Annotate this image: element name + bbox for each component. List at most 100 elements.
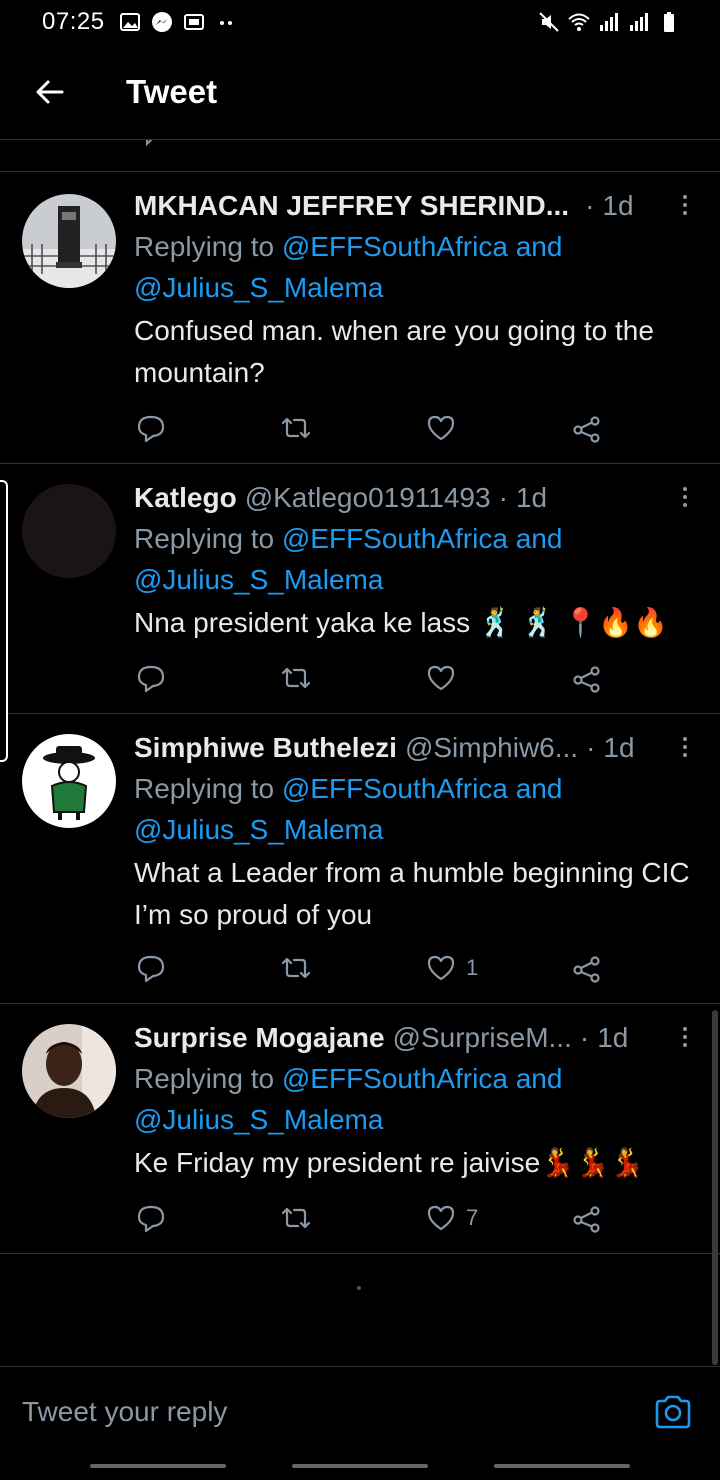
share-button[interactable] [572,408,602,448]
scrollbar[interactable] [712,1010,718,1365]
heart-icon [427,415,455,441]
like-button[interactable]: 1 [426,948,478,988]
reply-icon [137,1205,165,1233]
mention-link[interactable]: @Julius_S_Malema [134,564,383,595]
avatar[interactable] [22,1024,116,1118]
tweet-text: Nna president yaka ke lass 🕺 🕺 📍🔥🔥 [134,607,668,638]
tweet-time: 1d [597,1022,629,1053]
author-handle[interactable]: @Katlego01911493 [245,482,491,514]
back-button[interactable] [20,62,80,122]
mention-link[interactable]: @Julius_S_Malema [134,272,383,303]
avatar-image [22,1024,116,1118]
like-icon[interactable] [428,140,458,150]
mention-and[interactable]: and [516,523,563,554]
replying-prefix: Replying to [134,231,275,262]
more-notifications-icon [219,21,232,25]
tweet-header: Simphiwe Buthelezi @Simphiw6... · 1d [134,728,696,768]
mention-link[interactable]: @EFFSouthAfrica [282,773,508,804]
tweet-actions [134,658,614,698]
more-options-icon[interactable] [674,1022,696,1052]
retweet-button[interactable] [280,948,312,988]
replying-to: Replying to @EFFSouthAfrica and @Julius_… [134,226,696,308]
more-options-icon[interactable] [674,482,696,512]
navigation-bar [0,1456,720,1480]
tweet-item[interactable]: Surprise Mogajane @SurpriseM... · 1d Rep… [0,1004,720,1254]
tweet-header: MKHACAN JEFFREY SHERIND... · 1d [134,186,696,226]
reply-icon [137,415,165,443]
mention-and[interactable]: and [516,1063,563,1094]
avatar-image [22,734,116,828]
tweet-time: 1d [515,482,548,513]
mention-link[interactable]: @EFFSouthAfrica [282,231,508,262]
top-app-bar: Tweet [0,44,720,140]
author-name[interactable]: Simphiwe Buthelezi [134,732,397,764]
replying-prefix: Replying to [134,523,275,554]
mention-and[interactable]: and [516,231,563,262]
more-options-icon[interactable] [674,190,696,220]
reply-button[interactable] [136,948,166,988]
loading-indicator [357,1286,361,1290]
share-icon [573,666,600,693]
camera-icon [655,1395,691,1428]
tweet-header: Surprise Mogajane @SurpriseM... · 1d [134,1018,696,1058]
tweet-time: 1d [603,732,635,763]
author-name[interactable]: Katlego [134,482,237,514]
tweet-text: What a Leader from a humble beginning CI… [134,857,690,930]
author-name[interactable]: Surprise Mogajane [134,1022,385,1054]
like-button[interactable] [426,408,466,448]
avatar[interactable] [22,734,116,828]
camera-button[interactable] [650,1389,696,1435]
home-handle[interactable] [292,1464,428,1468]
separator-dot: · [585,190,595,221]
retweet-button[interactable] [280,1198,312,1238]
author-name[interactable]: MKHACAN JEFFREY SHERIND... [134,190,569,222]
like-count: 7 [466,1205,479,1230]
more-options-icon[interactable] [674,732,696,762]
mention-link[interactable]: @EFFSouthAfrica [282,523,508,554]
tweet-item[interactable]: Simphiwe Buthelezi @Simphiw6... · 1d Rep… [0,714,720,1004]
retweet-icon[interactable] [284,140,314,150]
retweet-icon [281,417,311,439]
reply-input[interactable]: Tweet your reply [22,1396,650,1428]
tweet-item[interactable]: MKHACAN JEFFREY SHERIND... · 1d Replying… [0,172,720,464]
avatar[interactable] [22,194,116,288]
reply-icon [137,665,165,693]
mention-link[interactable]: @EFFSouthAfrica [282,1063,508,1094]
author-handle[interactable]: @SurpriseM... [393,1022,572,1054]
share-button[interactable] [572,658,602,698]
retweet-button[interactable] [280,658,312,698]
like-button[interactable]: 7 [426,1198,478,1238]
tweet-actions [134,408,614,448]
retweet-icon [281,957,311,979]
back-handle[interactable] [494,1464,630,1468]
heart-icon [427,665,455,691]
mention-and[interactable]: and [516,773,563,804]
mention-link[interactable]: @Julius_S_Malema [134,1104,383,1135]
messenger-icon [151,12,172,32]
separator-dot: · [586,732,596,763]
retweet-button[interactable] [280,408,312,448]
author-handle[interactable]: @Simphiw6... [405,732,578,764]
heart-icon [427,955,455,981]
recent-apps-handle[interactable] [90,1464,226,1468]
edge-panel-handle[interactable] [0,480,8,762]
signal-icon-2 [630,13,648,31]
share-button[interactable] [572,1198,602,1238]
reply-button[interactable] [136,658,166,698]
like-button[interactable] [426,658,466,698]
tweet-actions: 1 [134,948,614,988]
avatar[interactable] [22,484,116,578]
reply-icon[interactable] [138,140,168,150]
share-icon[interactable] [576,140,606,150]
reply-button[interactable] [136,408,166,448]
signal-icon [600,13,618,31]
share-icon [573,416,600,443]
reply-button[interactable] [136,1198,166,1238]
like-count: 1 [466,955,479,980]
tweet-header: Katlego @Katlego01911493 · 1d [134,478,696,518]
tweet-time: 1d [602,190,634,221]
share-button[interactable] [572,948,602,988]
replying-to: Replying to @EFFSouthAfrica and @Julius_… [134,518,696,600]
tweet-item[interactable]: Katlego @Katlego01911493 · 1d Replying t… [0,464,720,714]
mention-link[interactable]: @Julius_S_Malema [134,814,383,845]
